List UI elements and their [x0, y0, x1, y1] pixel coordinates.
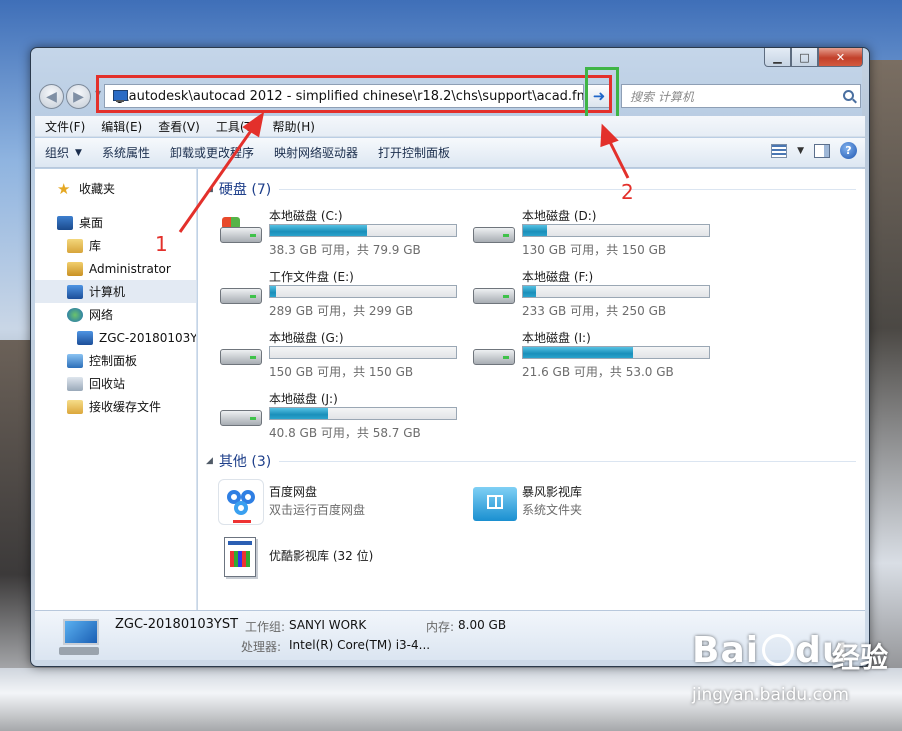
annotation-arrows — [178, 111, 630, 233]
watermark-logo-bai: Bai — [692, 630, 760, 671]
annotation-arrowhead-2 — [600, 123, 619, 148]
baidu-watermark: Bai du 经验 jingyan.baidu.com — [692, 630, 892, 720]
watermark-experience: 经验 — [832, 641, 889, 674]
annotation-arrowhead-1 — [242, 111, 265, 138]
annotation-number-1: 1 — [155, 232, 168, 256]
annotation-arrow-2 — [606, 137, 630, 179]
annotation-arrow-1 — [178, 124, 257, 233]
annotation-number-2: 2 — [621, 180, 634, 204]
paw-icon — [762, 634, 794, 666]
watermark-url: jingyan.baidu.com — [692, 685, 849, 705]
